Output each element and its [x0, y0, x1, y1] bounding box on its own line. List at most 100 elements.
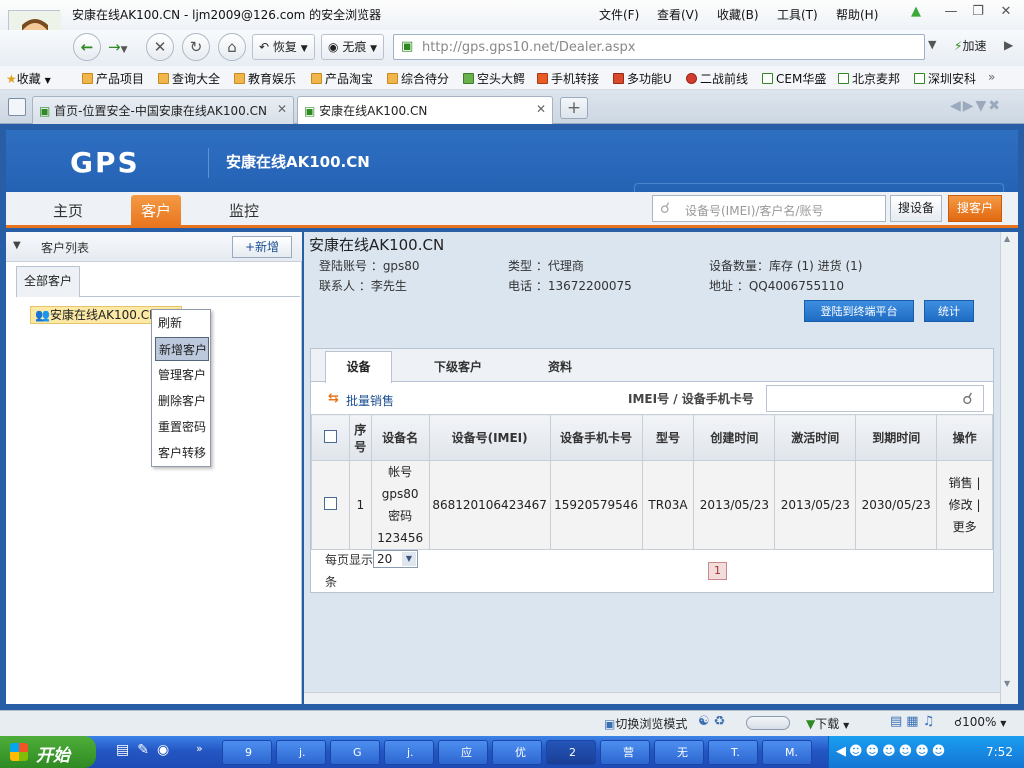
taskbar-button[interactable]: G	[330, 740, 380, 765]
scroll-down-icon[interactable]: ▼	[1004, 679, 1010, 688]
imei-search-input[interactable]: ☌	[766, 385, 984, 412]
close-window-icon[interactable]: ✕	[996, 4, 1016, 22]
minimize-icon[interactable]: —	[941, 4, 961, 22]
header-select-all[interactable]	[311, 414, 350, 461]
bookmark-item[interactable]: 多功能U	[613, 70, 672, 87]
search-icon[interactable]: ☌	[962, 389, 973, 408]
bookmark-item[interactable]: 二战前线	[686, 70, 748, 87]
cell-activated: 2013/05/23	[774, 460, 857, 550]
taskbar-button[interactable]: 营	[600, 740, 650, 765]
ctx-transfer-customer[interactable]: 客户转移	[155, 441, 209, 465]
taskbar-button[interactable]: T.	[708, 740, 758, 765]
address-bar[interactable]: ▣ http://gps.gps10.net/Dealer.aspx	[393, 34, 925, 60]
per-page-select[interactable]: 20 ▼	[373, 550, 418, 568]
toggle-switch[interactable]	[746, 716, 790, 730]
bookmark-favorites[interactable]: ★收藏 ▼	[6, 70, 51, 87]
switch-mode-button[interactable]: ▣切换浏览模式	[604, 715, 687, 732]
site-search-input[interactable]: ☌ 设备号(IMEI)/客户名/账号	[652, 195, 886, 222]
add-customer-button[interactable]: +新增	[232, 236, 292, 258]
search-device-button[interactable]: 搜设备	[890, 195, 942, 222]
bookmark-item[interactable]: 教育娱乐	[234, 70, 296, 87]
nav-customers[interactable]: 客户	[141, 200, 171, 221]
tab-scroll-icons[interactable]: ◀▶▼✖	[950, 98, 1002, 114]
bookmark-item[interactable]: 查询大全	[158, 70, 220, 87]
ctx-reset-password[interactable]: 重置密码	[155, 415, 209, 439]
tab-all-customers[interactable]: 全部客户	[16, 266, 80, 297]
taskbar-button[interactable]: 无	[654, 740, 704, 765]
stats-button[interactable]: 统计	[924, 300, 974, 322]
taskbar-button[interactable]: j.	[276, 740, 326, 765]
zoom-level: 100%	[962, 715, 997, 729]
close-tab-icon[interactable]: ✕	[277, 102, 287, 116]
tab-devices[interactable]: 设备	[325, 351, 392, 383]
bookmark-item[interactable]: 产品项目	[82, 70, 144, 87]
skin-icon[interactable]: ▲	[906, 4, 926, 22]
address-dropdown-icon[interactable]: ▼	[928, 38, 936, 51]
browser-tab[interactable]: ▣ 首页-位置安全-中国安康在线AK100.CN ✕	[32, 96, 294, 124]
close-tab-icon[interactable]: ✕	[536, 102, 546, 116]
zoom-control[interactable]: ☌100% ▼	[954, 715, 1006, 729]
checkbox[interactable]	[323, 497, 337, 510]
horizontal-scrollbar[interactable]	[304, 692, 1000, 704]
table-row[interactable]: 1 帐号 gps80 密码 123456 868120106423467 159…	[311, 460, 993, 550]
checkbox[interactable]	[323, 429, 337, 443]
login-platform-button[interactable]: 登陆到终端平台	[804, 300, 914, 322]
new-tab-button[interactable]: +	[560, 97, 588, 119]
bookmark-item[interactable]: 手机转接	[537, 70, 599, 87]
home-icon[interactable]: ⌂	[218, 33, 246, 61]
bookmark-item[interactable]: 深圳安科	[914, 70, 976, 87]
nav-monitor[interactable]: 监控	[229, 200, 259, 221]
go-icon[interactable]: ▶	[1004, 38, 1013, 52]
menu-help[interactable]: 帮助(H)	[836, 6, 878, 23]
bookmark-item[interactable]: 北京麦邦	[838, 70, 900, 87]
download-button[interactable]: ▼下载 ▼	[806, 715, 849, 732]
status-icons[interactable]: ☯♻	[698, 714, 729, 729]
taskbar-button[interactable]: 9	[222, 740, 272, 765]
taskbar-button[interactable]: M.	[762, 740, 812, 765]
refresh-icon[interactable]: ↻	[182, 33, 210, 61]
bookmark-item[interactable]: 空头大鳄	[463, 70, 525, 87]
batch-sell-link[interactable]: 批量销售	[346, 392, 394, 409]
ctx-refresh[interactable]: 刷新	[155, 311, 209, 335]
nav-home[interactable]: 主页	[53, 200, 83, 221]
chevron-down-icon[interactable]: ▼	[402, 552, 416, 566]
taskbar-button-active[interactable]: 2	[546, 740, 596, 765]
notrace-button[interactable]: ◉ 无痕 ▼	[321, 34, 385, 60]
scroll-up-icon[interactable]: ▲	[1004, 234, 1010, 243]
speedup-button[interactable]: ⚡加速	[948, 34, 992, 60]
restore-icon[interactable]: ❐	[968, 4, 988, 22]
search-customer-button[interactable]: 搜客户	[948, 195, 1002, 222]
ctx-add-customer[interactable]: 新增客户	[155, 337, 209, 361]
stop-icon[interactable]: ✕	[146, 33, 174, 61]
menu-view[interactable]: 查看(V)	[657, 6, 699, 23]
back-arrow-icon[interactable]: ←	[73, 33, 101, 61]
start-button[interactable]: 开始	[0, 736, 96, 768]
quick-launch-icons[interactable]: ▤✎◉	[116, 742, 177, 758]
tab-sub-customers[interactable]: 下级客户	[434, 358, 482, 375]
bookmark-item[interactable]: 综合待分	[387, 70, 449, 87]
cell-actions[interactable]: 销售 | 修改 | 更多	[936, 460, 993, 550]
ctx-delete-customer[interactable]: 删除客户	[155, 389, 209, 413]
menu-file[interactable]: 文件(F)	[599, 6, 639, 23]
restore-button[interactable]: ↶ 恢复 ▼	[252, 34, 315, 60]
quick-launch-more-icon[interactable]: »	[196, 742, 203, 755]
sidebar-toggle-icon[interactable]	[8, 98, 26, 116]
taskbar-button[interactable]: 应	[438, 740, 488, 765]
taskbar-button[interactable]: 优	[492, 740, 542, 765]
tool-icons[interactable]: ▤▦♫	[890, 714, 938, 729]
collapse-icon[interactable]: ▼	[13, 240, 21, 251]
bookmark-item[interactable]: CEM华盛	[762, 70, 826, 87]
taskbar-button[interactable]: j.	[384, 740, 434, 765]
bookmark-item[interactable]: 产品淘宝	[311, 70, 373, 87]
ctx-manage-customer[interactable]: 管理客户	[155, 363, 209, 387]
menu-tools[interactable]: 工具(T)	[777, 6, 818, 23]
browser-tab-active[interactable]: ▣ 安康在线AK100.CN ✕	[297, 96, 553, 125]
menu-favorites[interactable]: 收藏(B)	[717, 6, 759, 23]
vertical-scrollbar[interactable]: ▲ ▼	[1000, 232, 1018, 704]
page-number-current[interactable]: 1	[708, 562, 727, 580]
tab-profile[interactable]: 资料	[548, 358, 572, 375]
row-select[interactable]	[311, 460, 350, 550]
forward-arrow-icon[interactable]: →▼	[108, 38, 142, 58]
tray-icons[interactable]: ◀☻☻☻☻☻☻	[836, 744, 948, 759]
bookmarks-more-icon[interactable]: »	[988, 70, 995, 84]
